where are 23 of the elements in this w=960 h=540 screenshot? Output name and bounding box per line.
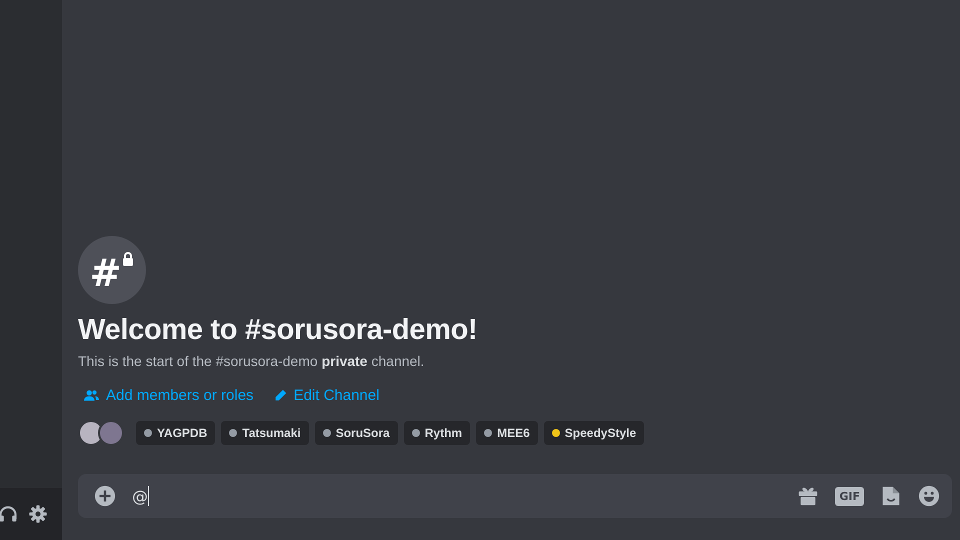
headphones-icon[interactable] <box>0 504 18 524</box>
role-tag[interactable]: SoruSora <box>314 421 398 445</box>
edit-channel-link[interactable]: Edit Channel <box>274 387 380 404</box>
add-icon[interactable] <box>94 485 116 507</box>
role-tag[interactable]: MEE6 <box>476 421 538 445</box>
welcome-heading: Welcome to #sorusora-demo! <box>78 314 478 347</box>
gift-icon[interactable] <box>797 485 820 507</box>
add-members-link[interactable]: Add members or roles <box>84 387 254 404</box>
input-text: @ <box>132 486 150 506</box>
pencil-icon <box>274 389 287 402</box>
channel-description: This is the start of the #sorusora-demo private channel. <box>78 353 426 369</box>
sticker-icon[interactable] <box>880 485 902 507</box>
emoji-icon[interactable] <box>918 485 940 507</box>
lock-icon <box>122 252 134 266</box>
role-tag[interactable]: YAGPDB <box>136 421 216 445</box>
gif-button[interactable]: GIF <box>835 486 864 506</box>
message-input[interactable]: @ GIF <box>78 474 952 518</box>
role-tag[interactable]: SpeedyStyle <box>544 421 644 445</box>
role-tag[interactable]: Tatsumaki <box>221 421 309 445</box>
hash-symbol: # <box>90 254 122 292</box>
role-tag[interactable]: Rythm <box>404 421 470 445</box>
settings-icon[interactable] <box>28 504 48 524</box>
people-icon <box>84 389 99 402</box>
